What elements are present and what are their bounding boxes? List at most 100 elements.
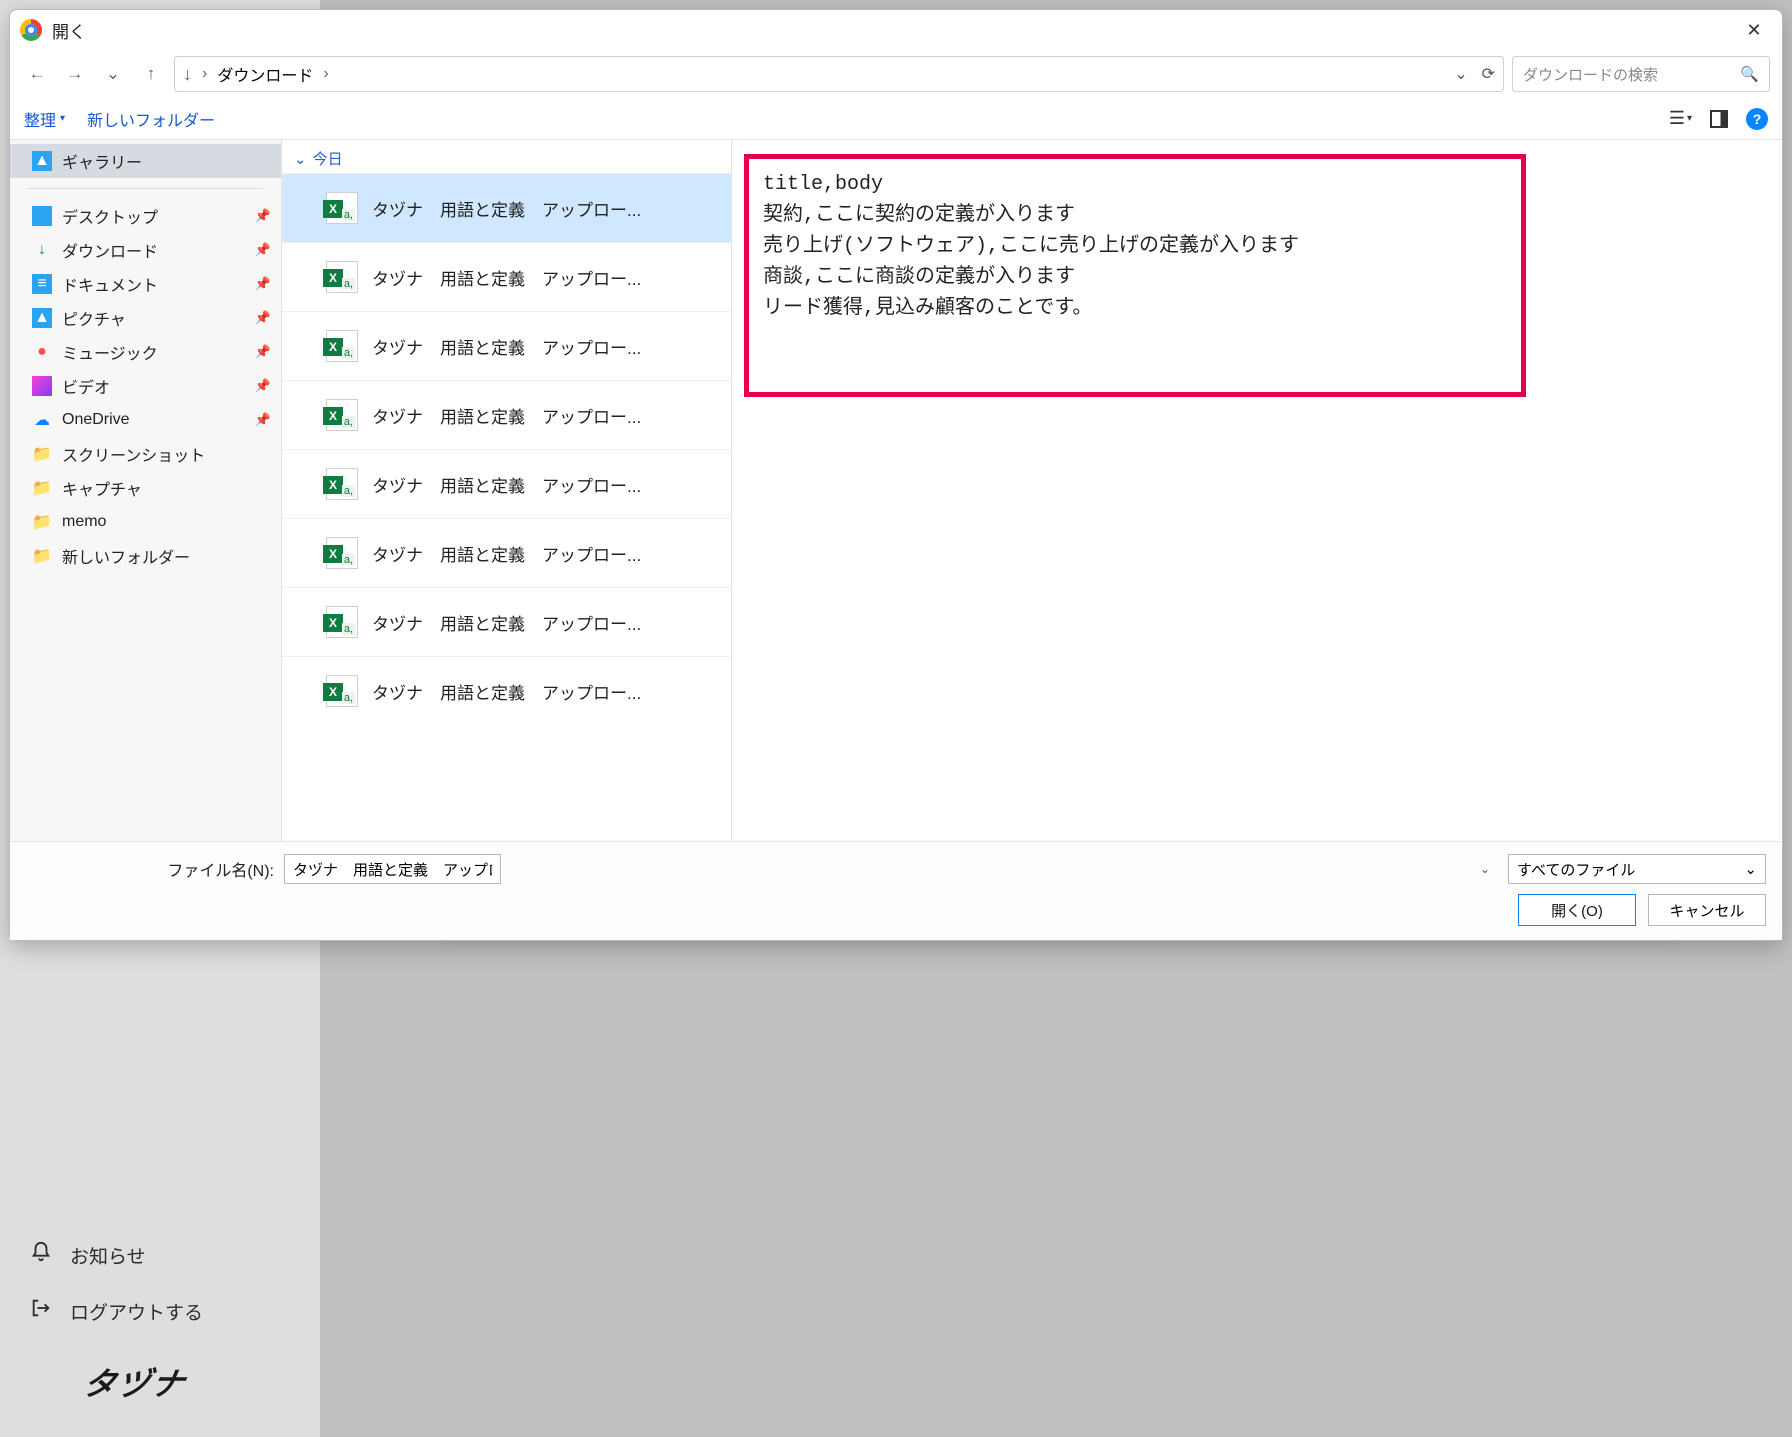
desktop-icon <box>32 206 52 226</box>
excel-icon <box>326 468 358 500</box>
view-mode-button[interactable]: ☰ ▾ <box>1669 108 1692 129</box>
file-item[interactable]: タヅナ 用語と定義 アップロー... <box>282 518 731 587</box>
chevron-down-icon: ⌄ <box>106 64 120 84</box>
tree-item-desktop[interactable]: デスクトップ 📌 <box>10 199 281 233</box>
button-label: 新しいフォルダー <box>87 107 215 131</box>
nav-row: ← → ⌄ ↑ ↓ › ダウンロード › ⌄ ⟳ ダウンロードの検索 🔍 <box>10 50 1782 98</box>
pin-icon: 📌 <box>255 378 271 394</box>
preview-pane-toggle[interactable] <box>1710 110 1728 128</box>
file-list-column: ⌄ 今日 タヅナ 用語と定義 アップロー... タヅナ 用語と定義 アップロー.… <box>282 140 732 841</box>
pin-icon: 📌 <box>255 276 271 292</box>
tree-item-onedrive[interactable]: ☁OneDrive 📌 <box>10 403 281 437</box>
close-icon: ✕ <box>1746 20 1761 41</box>
new-folder-button[interactable]: 新しいフォルダー <box>87 107 215 131</box>
tree-label: ダウンロード <box>62 238 158 262</box>
tree-label: デスクトップ <box>62 204 158 228</box>
file-item[interactable]: タヅナ 用語と定義 アップロー... <box>282 656 731 725</box>
tree-item-pictures[interactable]: ▲ピクチャ 📌 <box>10 301 281 335</box>
excel-icon <box>326 537 358 569</box>
path-segment[interactable]: ダウンロード <box>217 62 313 86</box>
filetype-filter[interactable]: すべてのファイル ⌄ <box>1508 854 1766 884</box>
tree-item-documents[interactable]: ≡ドキュメント 📌 <box>10 267 281 301</box>
tree-item-gallery[interactable]: ▲ギャラリー <box>10 144 281 178</box>
app-logo: タヅナ <box>80 1359 288 1405</box>
tree-label: スクリーンショット <box>62 442 205 466</box>
tree-label: ビデオ <box>62 374 110 398</box>
tree-item-newfolder[interactable]: 📁新しいフォルダー <box>10 539 281 573</box>
pin-icon: 📌 <box>255 310 271 326</box>
close-button[interactable]: ✕ <box>1732 14 1776 46</box>
tree-item-downloads[interactable]: ↓ダウンロード 📌 <box>10 233 281 267</box>
tree-label: ドキュメント <box>62 272 158 296</box>
file-item[interactable]: タヅナ 用語と定義 アップロー... <box>282 380 731 449</box>
tree-item-capture[interactable]: 📁キャプチャ <box>10 471 281 505</box>
file-name: タヅナ 用語と定義 アップロー... <box>372 403 715 428</box>
chevron-down-icon[interactable]: ⌄ <box>1480 862 1490 876</box>
nav-up-button[interactable]: ↑ <box>136 59 166 89</box>
folder-icon: 📁 <box>32 478 52 498</box>
refresh-icon[interactable]: ⟳ <box>1482 64 1495 84</box>
search-placeholder: ダウンロードの検索 <box>1523 64 1658 85</box>
file-item[interactable]: タヅナ 用語と定義 アップロー... <box>282 311 731 380</box>
sidebar-item-label: お知らせ <box>70 1242 146 1269</box>
button-label: キャンセル <box>1669 903 1744 920</box>
excel-icon <box>326 606 358 638</box>
pictures-icon: ▲ <box>32 308 52 328</box>
preview-pane: title,body 契約,ここに契約の定義が入ります 売り上げ(ソフトウェア)… <box>732 140 1782 841</box>
filename-input[interactable] <box>284 854 501 884</box>
arrow-up-icon: ↑ <box>147 64 156 84</box>
tree-item-screenshots[interactable]: 📁スクリーンショット <box>10 437 281 471</box>
file-item[interactable]: タヅナ 用語と定義 アップロー... <box>282 242 731 311</box>
tree-label: ギャラリー <box>62 149 142 173</box>
help-button[interactable]: ? <box>1746 108 1768 130</box>
music-icon: ● <box>32 342 52 362</box>
folder-icon: 📁 <box>32 512 52 532</box>
cloud-icon: ☁ <box>32 410 52 430</box>
chevron-down-icon: ⌄ <box>1744 860 1757 878</box>
titlebar: 開く ✕ <box>10 10 1782 50</box>
button-label: 開く(O) <box>1551 903 1603 920</box>
file-group-header[interactable]: ⌄ 今日 <box>282 140 731 173</box>
file-name: タヅナ 用語と定義 アップロー... <box>372 610 715 635</box>
sidebar-item-logout[interactable]: ログアウトする <box>24 1283 284 1339</box>
nav-back-button[interactable]: ← <box>22 59 52 89</box>
organize-button[interactable]: 整理 ▾ <box>24 107 65 131</box>
file-item[interactable]: タヅナ 用語と定義 アップロー... <box>282 587 731 656</box>
logout-icon <box>30 1297 52 1325</box>
excel-icon <box>326 675 358 707</box>
tree-item-videos[interactable]: ビデオ 📌 <box>10 369 281 403</box>
open-button[interactable]: 開く(O) <box>1518 894 1636 926</box>
cancel-button[interactable]: キャンセル <box>1648 894 1766 926</box>
tree-separator <box>28 188 263 189</box>
arrow-left-icon: ← <box>29 64 46 84</box>
tree-item-memo[interactable]: 📁memo <box>10 505 281 539</box>
pin-icon: 📌 <box>255 208 271 224</box>
arrow-right-icon: → <box>67 64 84 84</box>
excel-icon <box>326 330 358 362</box>
excel-icon <box>326 192 358 224</box>
excel-icon <box>326 399 358 431</box>
csv-preview-highlight: title,body 契約,ここに契約の定義が入ります 売り上げ(ソフトウェア)… <box>744 154 1526 397</box>
tree-label: OneDrive <box>62 411 130 429</box>
csv-line: 売り上げ(ソフトウェア),ここに売り上げの定義が入ります <box>763 231 1507 262</box>
file-item[interactable]: タヅナ 用語と定義 アップロー... <box>282 449 731 518</box>
address-bar[interactable]: ↓ › ダウンロード › ⌄ ⟳ <box>174 56 1504 92</box>
tree-item-music[interactable]: ●ミュージック 📌 <box>10 335 281 369</box>
main-area: ▲ギャラリー デスクトップ 📌 ↓ダウンロード 📌 ≡ドキュメント 📌 ▲ピクチ… <box>10 140 1782 841</box>
nav-recent-button[interactable]: ⌄ <box>98 59 128 89</box>
chevron-down-icon: ▾ <box>60 113 65 124</box>
search-icon: 🔍 <box>1740 65 1759 83</box>
file-item[interactable]: タヅナ 用語と定義 アップロー... <box>282 173 731 242</box>
search-input[interactable]: ダウンロードの検索 🔍 <box>1512 56 1770 92</box>
pin-icon: 📌 <box>255 344 271 360</box>
file-name: タヅナ 用語と定義 アップロー... <box>372 334 715 359</box>
file-name: タヅナ 用語と定義 アップロー... <box>372 196 715 221</box>
file-name: タヅナ 用語と定義 アップロー... <box>372 541 715 566</box>
sidebar-item-news[interactable]: お知らせ <box>24 1227 284 1283</box>
video-icon <box>32 376 52 396</box>
nav-forward-button[interactable]: → <box>60 59 90 89</box>
group-label: 今日 <box>313 148 343 169</box>
nav-tree: ▲ギャラリー デスクトップ 📌 ↓ダウンロード 📌 ≡ドキュメント 📌 ▲ピクチ… <box>10 140 282 841</box>
file-list: タヅナ 用語と定義 アップロー... タヅナ 用語と定義 アップロー... タヅ… <box>282 173 731 841</box>
chevron-down-icon[interactable]: ⌄ <box>1454 64 1467 84</box>
